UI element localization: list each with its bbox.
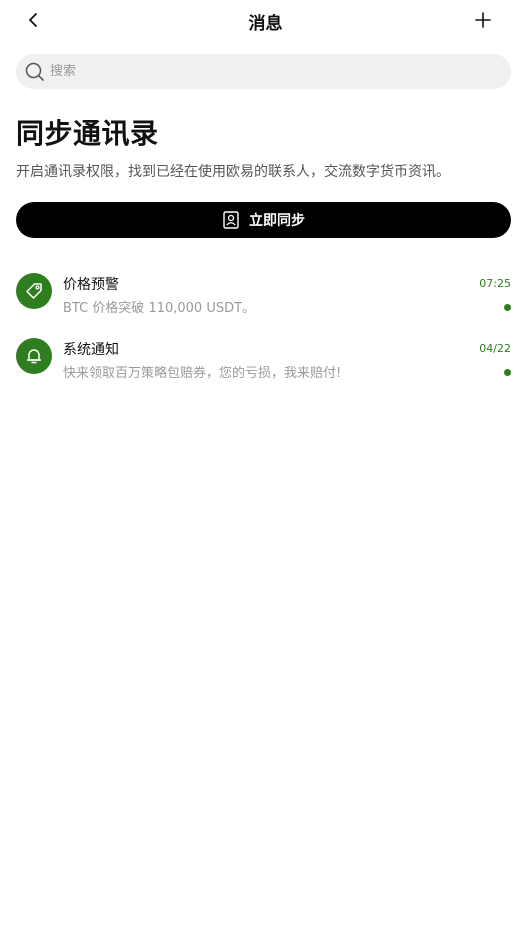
search-icon xyxy=(25,62,45,82)
sync-now-label: 立即同步 xyxy=(249,213,305,229)
list-item-system-notice[interactable]: 系统通知 快来领取百万策略包赔券，您的亏损，我来赔付! 04/22 xyxy=(0,331,531,396)
sync-contacts-description: 开启通讯录权限，找到已经在使用欧易的联系人，交流数字货币资讯。 xyxy=(16,164,450,180)
message-list: 价格预警 BTC 价格突破 110,000 USDT。 07:25 系统通知 快… xyxy=(0,266,531,396)
list-item-price-alert[interactable]: 价格预警 BTC 价格突破 110,000 USDT。 07:25 xyxy=(0,266,531,331)
unread-dot xyxy=(504,304,511,311)
price-tag-icon xyxy=(26,283,42,299)
message-title: 价格预警 xyxy=(63,277,119,293)
page-title: 消息 xyxy=(248,14,283,34)
contact-book-icon xyxy=(222,211,240,229)
message-title: 系统通知 xyxy=(63,342,119,358)
avatar xyxy=(16,338,52,374)
search-bar[interactable] xyxy=(16,54,511,89)
message-time: 07:25 xyxy=(479,277,511,290)
message-time: 04/22 xyxy=(479,342,511,355)
unread-dot xyxy=(504,369,511,376)
plus-icon xyxy=(475,12,491,28)
sync-now-button[interactable]: 立即同步 xyxy=(16,202,511,238)
top-bar: 消息 xyxy=(0,0,531,40)
sync-contacts-title: 同步通讯录 xyxy=(16,117,159,150)
search-input[interactable] xyxy=(50,64,490,79)
add-button[interactable] xyxy=(471,8,495,32)
bell-icon xyxy=(26,349,42,364)
avatar xyxy=(16,273,52,309)
message-preview: BTC 价格突破 110,000 USDT。 xyxy=(63,301,256,316)
message-preview: 快来领取百万策略包赔券，您的亏损，我来赔付! xyxy=(63,366,342,381)
